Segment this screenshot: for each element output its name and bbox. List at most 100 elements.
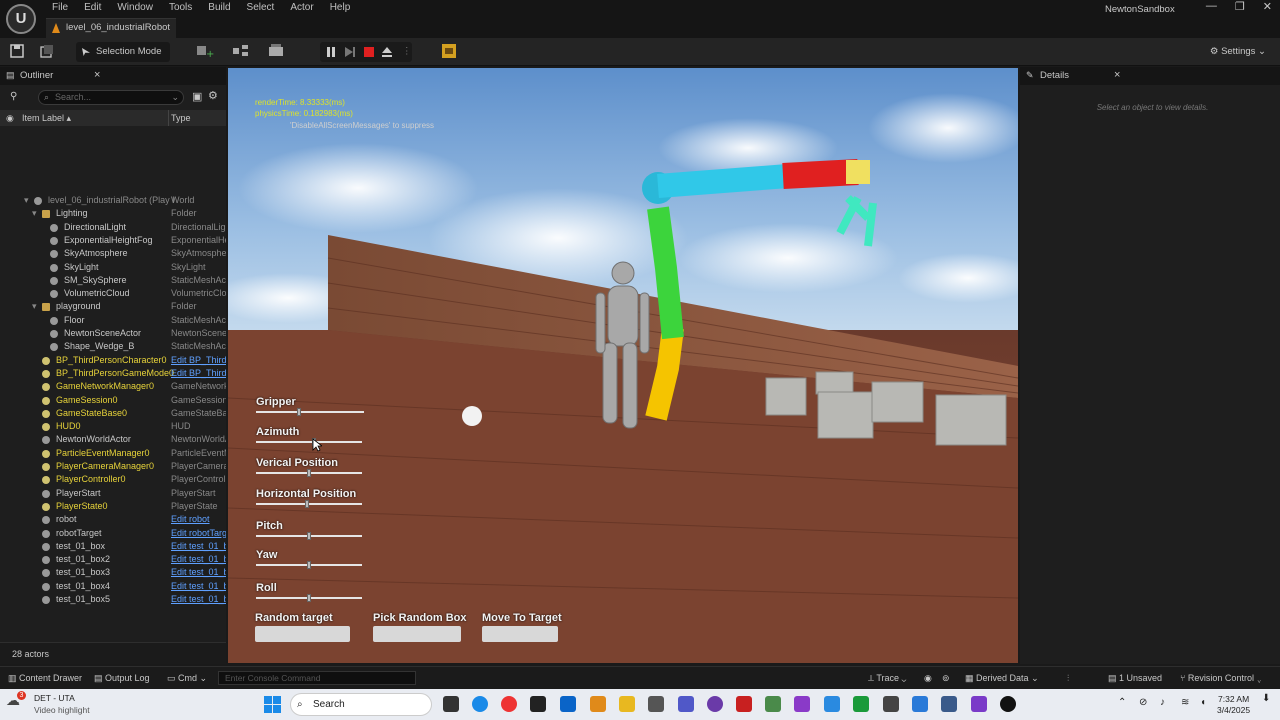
menu-build[interactable]: Build — [200, 2, 238, 14]
outliner-row[interactable]: BP_ThirdPersonGameMode0 Edit BP_Third — [0, 367, 226, 380]
outliner-row[interactable]: SkyAtmosphere SkyAtmosphe — [0, 247, 226, 260]
expand-arrow-icon[interactable]: ▾ — [32, 207, 37, 220]
outliner-row[interactable]: PlayerStart PlayerStart — [0, 487, 226, 500]
outliner-row[interactable]: ▾ Lighting Folder — [0, 207, 226, 220]
edit-blueprint-link[interactable]: Edit test_01_b — [171, 593, 226, 606]
edit-blueprint-link[interactable]: Edit BP_ThirdI — [171, 354, 226, 367]
outliner-row[interactable]: NewtonSceneActor NewtonScene — [0, 327, 226, 340]
stop-icon[interactable] — [363, 46, 375, 58]
settings-button[interactable]: ⚙ Settings ⌄ — [1210, 42, 1266, 62]
slider-track[interactable] — [256, 561, 362, 569]
edit-blueprint-link[interactable]: Edit robot — [171, 513, 226, 526]
slider-handle[interactable] — [307, 469, 311, 477]
derived-data-dropdown[interactable]: ▦ Derived Data ⌄ — [965, 667, 1039, 689]
outliner-row[interactable]: ExponentialHeightFog ExponentialHe — [0, 234, 226, 247]
outliner-row[interactable]: Shape_Wedge_B StaticMeshAc — [0, 340, 226, 353]
content-drawer-button[interactable]: ▥ Content Drawer — [8, 667, 82, 689]
app-icon[interactable] — [824, 696, 840, 712]
outliner-row[interactable]: ▾ playground Folder — [0, 300, 226, 313]
maximize-button[interactable]: ❐ — [1235, 0, 1245, 13]
clock-time[interactable]: 7:32 AM — [1218, 694, 1249, 704]
unreal-logo-icon[interactable]: U — [6, 4, 36, 34]
task-view-icon[interactable] — [443, 696, 459, 712]
app-icon[interactable] — [765, 696, 781, 712]
slider-handle[interactable] — [297, 408, 302, 416]
slider-handle[interactable] — [307, 561, 311, 569]
close-icon[interactable]: × — [94, 69, 100, 81]
outliner-row[interactable]: robot Edit robot — [0, 513, 226, 526]
filter-icon[interactable]: ⚲ — [10, 91, 17, 102]
app-icon[interactable] — [648, 696, 664, 712]
move-to-target-button[interactable] — [482, 626, 558, 642]
output-log-button[interactable]: ▤ Output Log — [94, 667, 150, 689]
edit-blueprint-link[interactable]: Edit test_01_b — [171, 566, 226, 579]
outliner-row[interactable]: PlayerController0 PlayerControll — [0, 473, 226, 486]
outliner-row[interactable]: SM_SkySphere StaticMeshAc — [0, 274, 226, 287]
console-command-input[interactable]: Enter Console Command — [218, 671, 416, 685]
edit-blueprint-link[interactable]: Edit test_01_b — [171, 553, 226, 566]
gear-icon[interactable]: ⚙ — [208, 89, 218, 102]
menu-file[interactable]: File — [44, 2, 76, 14]
content-browser-icon[interactable] — [40, 44, 54, 58]
edit-blueprint-link[interactable]: Edit test_01_b — [171, 580, 226, 593]
menu-tools[interactable]: Tools — [161, 2, 200, 14]
cmd-dropdown[interactable]: ▭ Cmd ⌄ — [167, 667, 207, 689]
app-icon[interactable] — [883, 696, 899, 712]
slider-handle[interactable] — [307, 532, 311, 540]
visual-studio-icon[interactable] — [971, 696, 987, 712]
outliner-row[interactable]: test_01_box5 Edit test_01_b — [0, 593, 226, 606]
edge-icon[interactable] — [472, 696, 488, 712]
trace-dropdown[interactable]: ⟂ Trace ⌄ — [868, 667, 906, 689]
edit-blueprint-link[interactable]: Edit test_01_b — [171, 540, 226, 553]
blueprint-icon[interactable] — [232, 44, 256, 58]
app-icon[interactable] — [941, 696, 957, 712]
more-options-icon[interactable]: ⋮ — [402, 42, 412, 62]
obs-icon[interactable] — [707, 696, 723, 712]
menu-select[interactable]: Select — [239, 2, 283, 14]
source-control-icon[interactable]: ⫶ — [1067, 667, 1069, 689]
wifi-icon[interactable]: ≋ — [1181, 697, 1189, 708]
outliner-row[interactable]: test_01_box3 Edit test_01_b — [0, 566, 226, 579]
trace-settings-icon[interactable]: ⊚ — [942, 667, 950, 689]
selection-mode-dropdown[interactable]: Selection Mode ⌄ — [76, 42, 170, 77]
file-explorer-icon[interactable] — [619, 696, 635, 712]
outliner-row[interactable]: BP_ThirdPersonCharacter0 Edit BP_ThirdI — [0, 354, 226, 367]
slider-track[interactable] — [256, 532, 362, 540]
outliner-row[interactable]: Floor StaticMeshAc — [0, 314, 226, 327]
visibility-icon[interactable]: ◉ — [6, 110, 14, 126]
edit-blueprint-link[interactable]: Edit robotTarg — [171, 527, 226, 540]
pause-icon[interactable] — [326, 46, 336, 58]
outliner-row[interactable]: test_01_box4 Edit test_01_b — [0, 580, 226, 593]
close-window-button[interactable]: ✕ — [1263, 0, 1272, 13]
outliner-row[interactable]: ▾ level_06_industrialRobot (Play I World — [0, 194, 226, 207]
expand-arrow-icon[interactable]: ▾ — [32, 300, 37, 313]
minimize-button[interactable]: — — [1206, 0, 1217, 13]
revision-control-button[interactable]: ⑂ Revision Control ⌄ — [1180, 667, 1262, 689]
column-type[interactable]: Type — [168, 110, 191, 126]
outliner-row[interactable]: DirectionalLight DirectionalLigh — [0, 221, 226, 234]
step-forward-icon[interactable] — [344, 46, 356, 58]
add-actor-icon[interactable]: + — [196, 44, 220, 58]
notifications-icon[interactable]: ⬇ — [1262, 693, 1270, 704]
app-icon[interactable] — [853, 696, 869, 712]
outliner-row[interactable]: ParticleEventManager0 ParticleEventM — [0, 447, 226, 460]
slider-handle[interactable] — [304, 500, 309, 508]
terminal-icon[interactable] — [530, 696, 546, 712]
filezilla-icon[interactable] — [736, 696, 752, 712]
chevron-down-icon[interactable]: ⌄ — [171, 91, 179, 104]
outliner-row[interactable]: GameNetworkManager0 GameNetwork — [0, 380, 226, 393]
slider-track[interactable] — [256, 500, 362, 508]
menu-help[interactable]: Help — [322, 2, 359, 14]
outliner-row[interactable]: PlayerCameraManager0 PlayerCamera — [0, 460, 226, 473]
outliner-row[interactable]: HUD0 HUD — [0, 420, 226, 433]
taskbar-search[interactable]: ⌕ Search — [290, 693, 432, 716]
edit-blueprint-link[interactable]: Edit BP_Third — [171, 367, 226, 380]
menu-window[interactable]: Window — [109, 2, 161, 14]
outliner-row[interactable]: NewtonWorldActor NewtonWorldA — [0, 433, 226, 446]
menu-edit[interactable]: Edit — [76, 2, 109, 14]
add-folder-icon[interactable]: ▣ — [192, 90, 202, 103]
outliner-row[interactable]: test_01_box2 Edit test_01_b — [0, 553, 226, 566]
app-icon[interactable] — [794, 696, 810, 712]
clock-date[interactable]: 3/4/2025 — [1217, 705, 1250, 715]
random-target-button[interactable] — [255, 626, 350, 642]
